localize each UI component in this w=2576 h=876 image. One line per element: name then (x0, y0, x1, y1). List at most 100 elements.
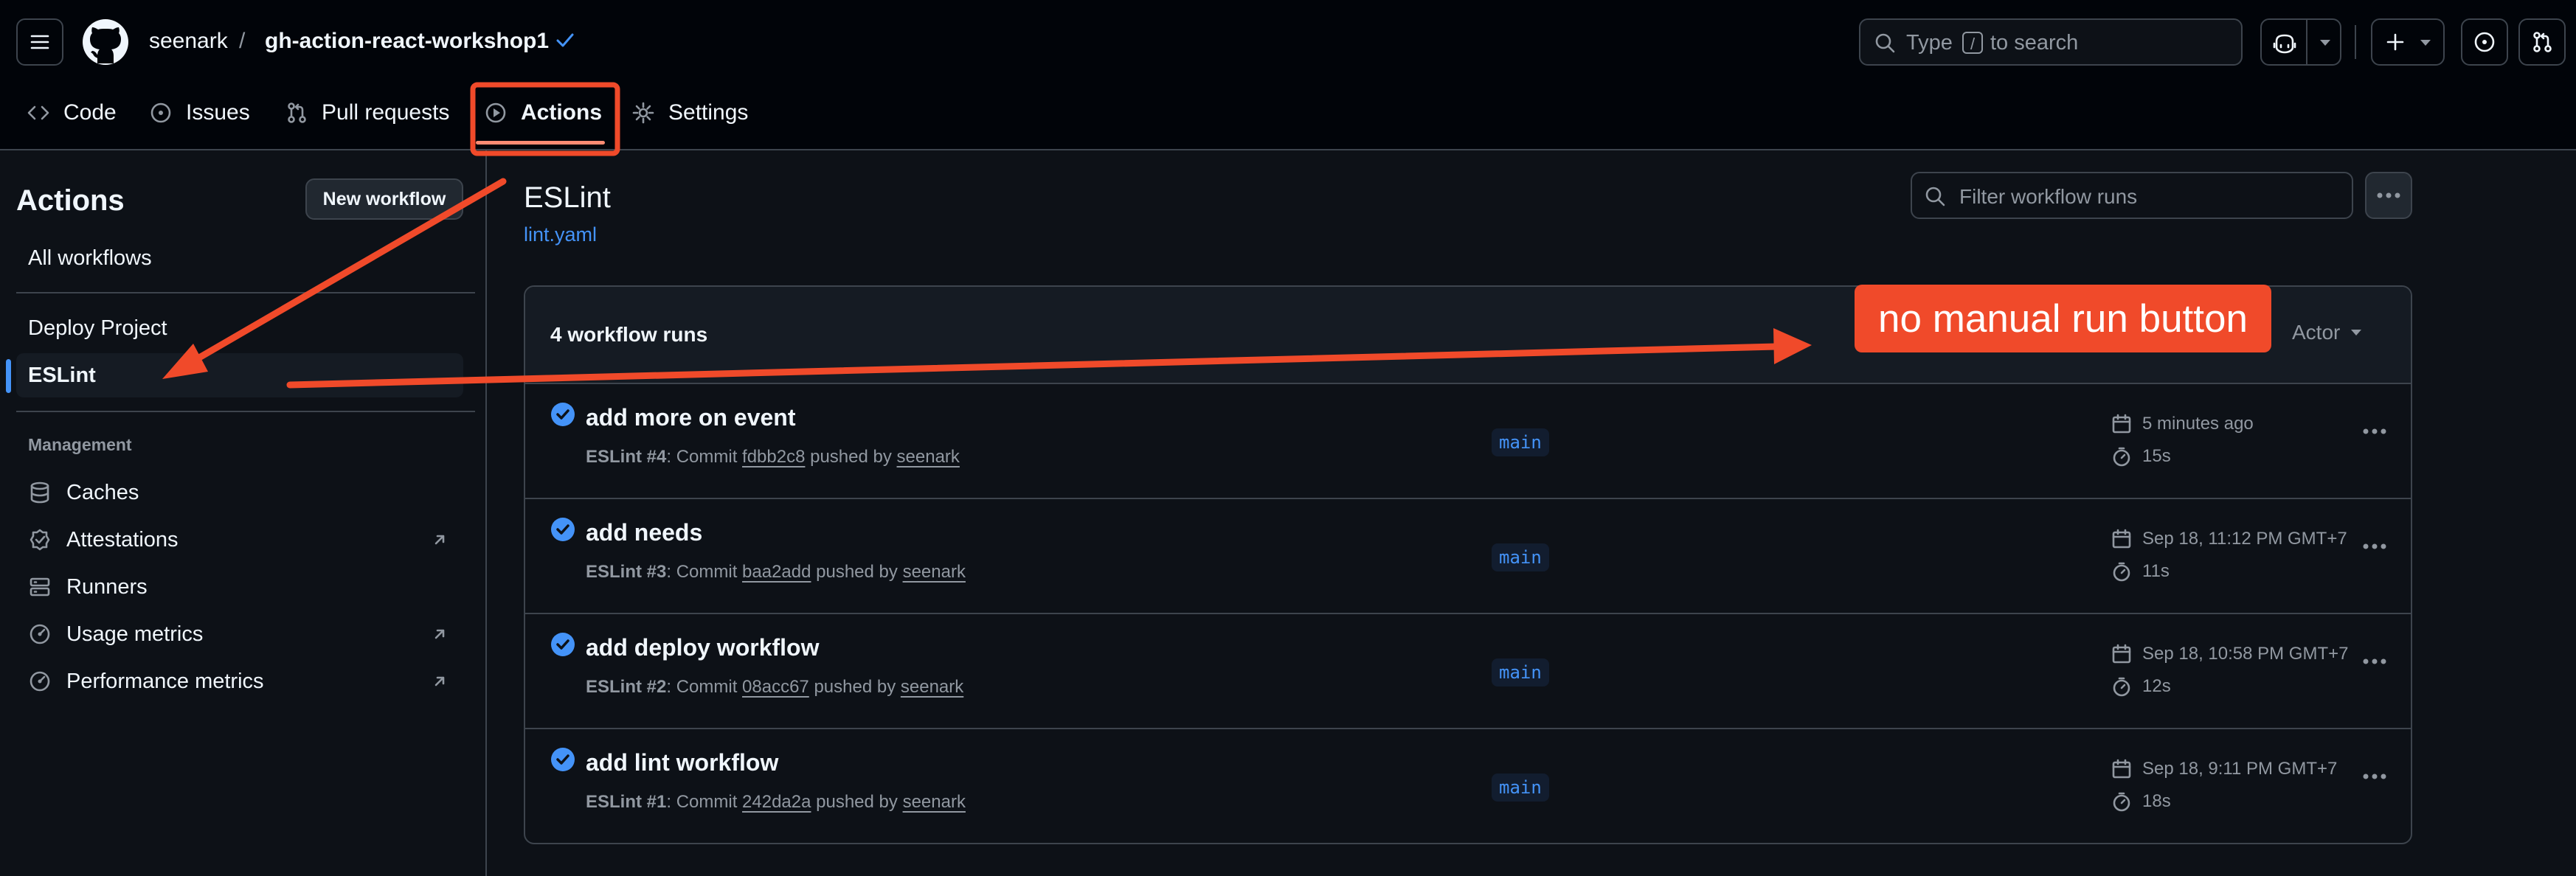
external-link-icon (434, 535, 445, 545)
workflow-run-row[interactable]: add lint workflow ESLint #1: Commit 242d… (525, 729, 2411, 843)
calendar-icon (2112, 759, 2131, 779)
copilot-button[interactable] (2260, 18, 2341, 66)
app-header: seenark / gh-action-react-workshop1 Type… (0, 0, 2576, 150)
filter-runs-input[interactable]: Filter workflow runs (1911, 172, 2353, 219)
pull-requests-button[interactable] (2518, 18, 2566, 66)
success-check-icon (551, 518, 575, 541)
active-tab-indicator (476, 141, 605, 145)
issue-icon (150, 102, 171, 123)
run-title[interactable]: add lint workflow (586, 749, 778, 776)
verified-icon (30, 529, 50, 551)
hamburger-icon (30, 35, 49, 49)
sidebar-item-all-workflows[interactable]: All workflows (16, 236, 463, 280)
commit-link[interactable]: baa2add (742, 562, 811, 582)
copilot-icon (2273, 34, 2296, 54)
run-title[interactable]: add needs (586, 519, 702, 546)
branch-label[interactable]: main (1492, 658, 1549, 686)
stopwatch-icon (2113, 792, 2130, 812)
commit-link[interactable]: fdbb2c8 (742, 447, 805, 467)
kebab-horizontal-icon[interactable] (2362, 543, 2387, 549)
github-logo[interactable] (81, 18, 130, 66)
run-date: Sep 18, 11:12 PM GMT+7 (2111, 529, 2347, 549)
stopwatch-icon (2113, 447, 2130, 467)
workflow-run-row[interactable]: add more on event ESLint #4: Commit fdbb… (525, 384, 2411, 499)
commit-link[interactable]: 08acc67 (742, 677, 809, 697)
github-icon (83, 19, 128, 65)
filter-placeholder: Filter workflow runs (1959, 185, 2138, 208)
tab-settings-label: Settings (668, 100, 749, 125)
sidebar-item-label: Deploy Project (28, 316, 167, 340)
search-suffix: to search (1990, 31, 2079, 55)
tab-pull-requests-label: Pull requests (322, 100, 450, 125)
tab-code[interactable]: Code (27, 94, 117, 131)
user-link[interactable]: seenark (903, 792, 966, 812)
sidebar-item-attestations[interactable]: Attestations (16, 518, 463, 562)
actor-filter[interactable]: Actor (2292, 321, 2362, 344)
external-link-icon (434, 629, 445, 639)
gear-icon (632, 102, 654, 124)
workflow-runs-list: 4 workflow runs Actor add more on event … (524, 285, 2412, 844)
kebab-horizontal-icon[interactable] (2362, 658, 2387, 664)
branch-label[interactable]: main (1492, 774, 1549, 802)
sidebar-item-deploy-project[interactable]: Deploy Project (16, 306, 463, 350)
sidebar-item-performance-metrics[interactable]: Performance metrics (16, 659, 463, 703)
kebab-horizontal-icon (2377, 192, 2400, 198)
success-check-icon (551, 403, 575, 426)
tab-issues[interactable]: Issues (149, 94, 250, 131)
user-link[interactable]: seenark (897, 447, 960, 467)
tab-pull-requests[interactable]: Pull requests (285, 94, 449, 131)
create-new-button[interactable] (2371, 18, 2445, 66)
branch-label[interactable]: main (1492, 543, 1549, 571)
workflow-run-row[interactable]: add needs ESLint #3: Commit baa2add push… (525, 499, 2411, 614)
meter-icon (30, 671, 50, 692)
kebab-horizontal-icon[interactable] (2362, 774, 2387, 779)
run-duration: 12s (2111, 676, 2171, 697)
calendar-icon (2112, 529, 2131, 549)
pull-request-icon (288, 102, 306, 123)
runs-count: 4 workflow runs (550, 323, 708, 346)
success-check-icon (551, 748, 575, 771)
user-link[interactable]: seenark (903, 562, 966, 582)
user-link[interactable]: seenark (901, 677, 963, 697)
run-meta: ESLint #2: Commit 08acc67 pushed by seen… (586, 677, 964, 697)
menu-button[interactable] (16, 18, 63, 66)
kebab-horizontal-icon[interactable] (2362, 428, 2387, 434)
workflow-run-row[interactable]: add deploy workflow ESLint #2: Commit 08… (525, 614, 2411, 729)
calendar-icon (2112, 414, 2131, 434)
search-icon (1874, 32, 1896, 54)
meter-icon (30, 624, 50, 644)
branch-label[interactable]: main (1492, 428, 1549, 456)
tab-code-label: Code (63, 100, 117, 125)
sidebar-item-eslint[interactable]: ESLint (16, 353, 463, 397)
tab-settings[interactable]: Settings (631, 94, 748, 131)
workflow-file-link[interactable]: lint.yaml (524, 223, 597, 246)
sidebar-divider (16, 411, 475, 412)
sidebar-item-caches[interactable]: Caches (16, 470, 463, 515)
run-meta: ESLint #1: Commit 242da2a pushed by seen… (586, 792, 966, 812)
sidebar-item-label: Usage metrics (66, 622, 204, 646)
repo-link[interactable]: gh-action-react-workshop1 (265, 27, 549, 56)
tab-issues-label: Issues (186, 100, 250, 125)
search-input[interactable]: Type / to search (1859, 18, 2243, 66)
workflow-title: ESLint (524, 181, 611, 214)
more-options-button[interactable] (2365, 172, 2412, 219)
issue-icon (2474, 32, 2495, 52)
run-title[interactable]: add deploy workflow (586, 634, 819, 661)
run-duration: 15s (2111, 446, 2171, 467)
selected-item-indicator (6, 359, 11, 393)
success-check-icon (551, 633, 575, 656)
sidebar-item-usage-metrics[interactable]: Usage metrics (16, 612, 463, 656)
sidebar-item-runners[interactable]: Runners (16, 565, 463, 609)
run-title[interactable]: add more on event (586, 404, 796, 431)
issues-button[interactable] (2461, 18, 2508, 66)
run-duration: 11s (2111, 561, 2170, 582)
sidebar-item-label: Caches (66, 480, 139, 504)
code-icon (27, 105, 49, 120)
owner-link[interactable]: seenark (149, 27, 228, 56)
new-workflow-button[interactable]: New workflow (305, 178, 463, 220)
tab-actions[interactable]: Actions (484, 94, 602, 131)
commit-link[interactable]: 242da2a (742, 792, 811, 812)
stopwatch-icon (2113, 562, 2130, 582)
search-key-hint: / (1962, 32, 1983, 54)
run-date: 5 minutes ago (2111, 414, 2254, 434)
